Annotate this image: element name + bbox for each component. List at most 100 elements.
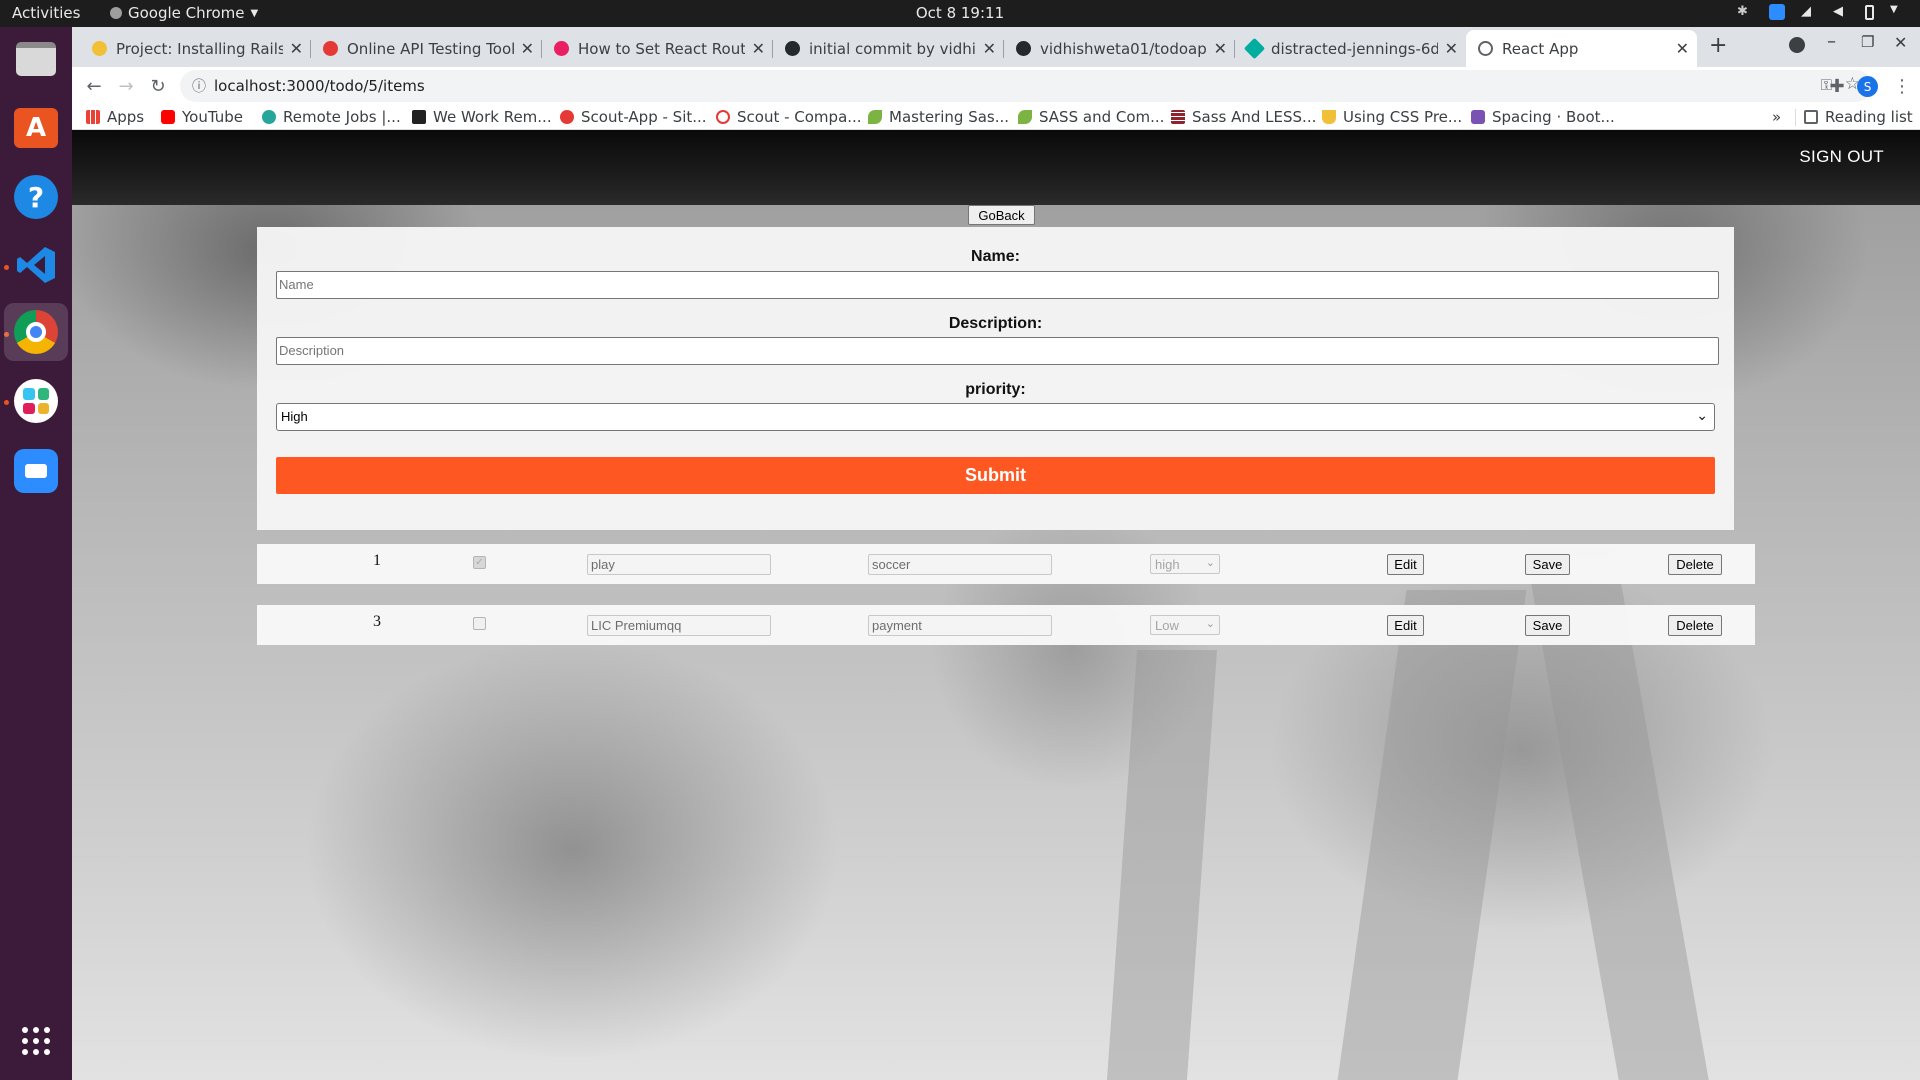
item-name-input[interactable]: play [587,554,771,575]
tab-installing-rails[interactable]: Project: Installing Rails | ✕ [80,30,311,67]
minimize-icon[interactable]: – [1827,31,1836,52]
priority-select[interactable]: High ⌄ [276,403,1715,431]
delete-button[interactable]: Delete [1668,615,1722,636]
vscode-icon[interactable] [12,241,60,289]
bookmark-scout-company[interactable]: Scout - Compa... [716,108,862,126]
sign-out-link[interactable]: SIGN OUT [1799,147,1884,167]
bookmarks-bar: Apps YouTube Remote Jobs |... We Work Re… [72,105,1920,130]
help-icon[interactable]: ? [12,173,60,221]
extensions-puzzle-icon[interactable]: ✚ [1825,74,1849,98]
software-center-icon[interactable]: A [12,104,60,152]
item-name-input[interactable]: LIC Premiumqq [587,615,771,636]
running-indicator [4,400,9,405]
system-tray[interactable]: ✱ ◢ ◀ ▼ [1737,4,1906,20]
address-bar[interactable]: ⓘ localhost:3000/todo/5/items ⚿ ☆ [180,70,1872,102]
bookmark-scout-app[interactable]: Scout-App - Sit... [560,108,707,126]
running-indicator [4,265,9,270]
close-tab-icon[interactable]: ✕ [1214,39,1227,58]
close-window-icon[interactable]: ✕ [1894,33,1907,52]
bookmark-bootstrap-spacing[interactable]: Spacing · Boot... [1471,108,1615,126]
delete-button[interactable]: Delete [1668,554,1722,575]
tab-search-icon[interactable] [1789,37,1805,53]
bookmark-label: Scout-App - Sit... [581,108,707,126]
edit-button[interactable]: Edit [1387,615,1424,636]
priority-selected-value: High [281,409,308,424]
reload-icon[interactable]: ↻ [146,74,170,98]
bookmark-apps[interactable]: Apps [86,108,144,126]
slack-tray-icon[interactable]: ✱ [1737,4,1753,20]
close-tab-icon[interactable]: ✕ [1676,39,1689,58]
bookmark-sass-and-less[interactable]: Sass And LESS... [1171,108,1316,126]
close-tab-icon[interactable]: ✕ [290,39,303,58]
url-text[interactable]: localhost:3000/todo/5/items [214,77,425,95]
item-done-checkbox[interactable]: ✓ [473,556,486,569]
activities-button[interactable]: Activities [12,4,80,22]
tab-label: React App [1502,39,1579,58]
name-input[interactable]: Name [276,271,1719,299]
save-button[interactable]: Save [1525,554,1570,575]
files-icon[interactable] [12,35,60,83]
site-info-icon[interactable]: ⓘ [192,76,206,96]
reading-list-label: Reading list [1825,108,1913,126]
tab-api-testing[interactable]: Online API Testing Tool | ✕ [311,30,542,67]
bookmark-sass-and-compass[interactable]: SASS and Com... [1018,108,1164,126]
tab-netlify-deploy[interactable]: distracted-jennings-6de ✕ [1235,30,1466,67]
more-bookmarks-chevron[interactable]: » [1772,108,1781,126]
bookmark-label: YouTube [182,108,243,126]
new-tab-button[interactable]: + [1709,33,1727,58]
close-tab-icon[interactable]: ✕ [983,39,996,58]
description-label: Description: [948,315,1043,332]
item-description-input[interactable]: soccer [868,554,1052,575]
tab-favicon [92,41,107,56]
trophy-icon [1322,110,1336,124]
tab-react-router[interactable]: How to Set React Router ✕ [542,30,773,67]
edit-button[interactable]: Edit [1387,554,1424,575]
tab-initial-commit[interactable]: initial commit by vidhish ✕ [773,30,1004,67]
volume-icon[interactable]: ◀ [1833,4,1849,20]
submit-button[interactable]: Submit [276,457,1715,494]
youtube-icon [161,110,175,124]
zoom-icon[interactable] [12,447,60,495]
bookmark-we-work-remotely[interactable]: We Work Rem... [412,108,552,126]
close-tab-icon[interactable]: ✕ [521,39,534,58]
system-clock[interactable]: Oct 8 19:11 [916,4,1004,22]
item-done-checkbox[interactable] [473,617,486,630]
item-description-input[interactable]: payment [868,615,1052,636]
close-tab-icon[interactable]: ✕ [752,39,765,58]
tab-favicon [785,41,800,56]
tab-react-app[interactable]: React App ✕ [1466,30,1697,67]
bookmark-label: Mastering Sas... [889,108,1010,126]
leaf-icon [1018,110,1032,124]
background-tree-trunk [1337,590,1527,1080]
go-back-button[interactable]: GoBack [968,205,1035,225]
reading-list[interactable]: Reading list [1804,108,1913,126]
wifi-icon[interactable]: ◢ [1801,4,1817,20]
description-input[interactable]: Description [276,337,1719,365]
show-applications-icon[interactable] [12,1017,60,1065]
forward-arrow-icon[interactable]: → [114,74,138,98]
bookmark-youtube[interactable]: YouTube [161,108,243,126]
item-id: 3 [373,613,381,630]
item-priority-select[interactable]: Low ⌄ [1150,615,1220,635]
save-button[interactable]: Save [1525,615,1570,636]
battery-icon[interactable] [1865,4,1874,20]
close-tab-icon[interactable]: ✕ [1445,39,1458,58]
item-priority-select[interactable]: high ⌄ [1150,554,1220,574]
tab-todoapi-repo[interactable]: vidhishweta01/todoapi ✕ [1004,30,1235,67]
bookmark-remote-jobs[interactable]: Remote Jobs |... [262,108,401,126]
slack-icon[interactable] [12,377,60,425]
tab-label: distracted-jennings-6de [1271,39,1438,58]
back-arrow-icon[interactable]: ← [82,74,106,98]
chevron-down-icon: ⌄ [1696,407,1708,423]
bookmark-label: SASS and Com... [1039,108,1165,126]
chrome-menu-icon[interactable]: ⋮ [1890,74,1914,98]
bookmark-mastering-sass[interactable]: Mastering Sas... [868,108,1009,126]
remote-jobs-icon [262,110,276,124]
power-menu-icon[interactable]: ▼ [1890,4,1906,20]
bookmark-css-preprocessors[interactable]: Using CSS Pre... [1322,108,1462,126]
app-menu[interactable]: Google Chrome ▼ [110,4,258,22]
profile-avatar[interactable]: S [1857,76,1878,97]
zoom-tray-icon[interactable] [1769,4,1785,20]
restore-icon[interactable]: ❐ [1861,33,1874,51]
chrome-dock-icon[interactable] [4,303,68,361]
